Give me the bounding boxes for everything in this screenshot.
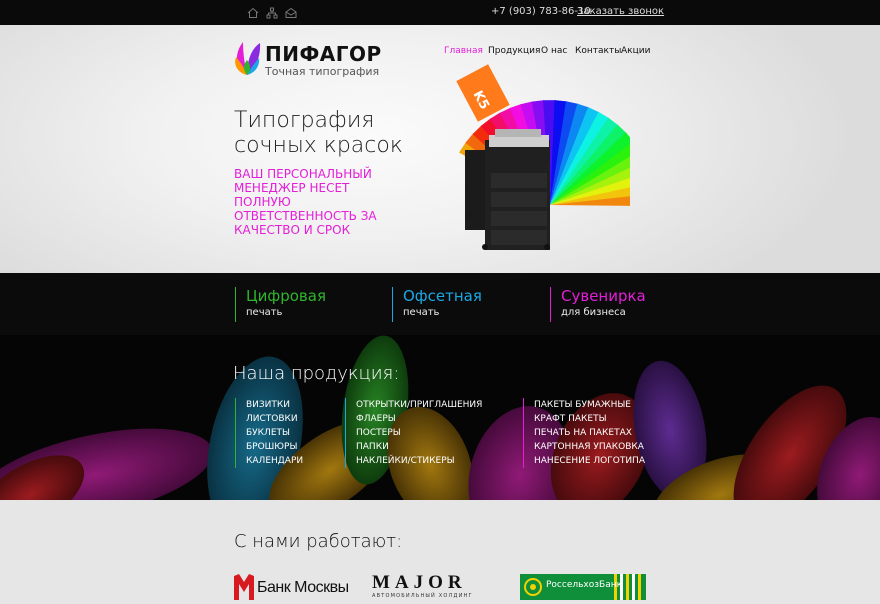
service-subtitle: печать: [246, 307, 283, 318]
hero-title: Типография сочных красок: [234, 108, 403, 158]
printer-color-fan-image: K5: [456, 64, 630, 250]
partner-name: Банк Москвы: [257, 579, 349, 596]
service-title: Цифровая: [246, 287, 326, 305]
partners-section: С нами работают: Банк Москвы MAJOR АВТОМ…: [0, 500, 880, 600]
product-column-1: Визитки Листовки Буклеты Брошюры Календа…: [235, 398, 303, 468]
product-link[interactable]: Наклейки/стикеры: [356, 454, 482, 468]
partner-rshb-logo[interactable]: РоссельхозБанк: [520, 574, 646, 600]
product-link[interactable]: Листовки: [246, 412, 303, 426]
product-link[interactable]: Буклеты: [246, 426, 303, 440]
top-bar: +7 (903) 783-86-10 Заказать звонок: [0, 0, 880, 25]
product-link[interactable]: Пакеты бумажные: [534, 398, 645, 412]
partner-name: MAJOR: [372, 572, 467, 593]
service-subtitle: для бизнеса: [561, 307, 626, 318]
product-link[interactable]: Папки: [356, 440, 482, 454]
home-icon[interactable]: [247, 7, 259, 19]
partner-major-logo[interactable]: MAJOR АВТОМОБИЛЬНЫЙ ХОЛДИНГ: [372, 572, 473, 599]
service-subtitle: печать: [403, 307, 440, 318]
products-section: Наша продукция: Визитки Листовки Буклеты…: [0, 335, 880, 500]
partner-name: РоссельхозБанк: [546, 580, 623, 590]
product-link[interactable]: Календари: [246, 454, 303, 468]
product-column-3: Пакеты бумажные Крафт пакеты Печать на п…: [523, 398, 645, 468]
service-souvenir[interactable]: Сувенирка для бизнеса: [550, 287, 646, 322]
service-digital[interactable]: Цифровая печать: [235, 287, 326, 322]
phone-number: +7 (903) 783-86-10: [491, 6, 591, 17]
product-link[interactable]: Печать на пакетах: [534, 426, 645, 440]
partner-bank-moscow-logo[interactable]: Банк Москвы: [234, 574, 349, 600]
sitemap-icon[interactable]: [266, 7, 278, 19]
hero-section: [0, 25, 880, 273]
product-link[interactable]: Брошюры: [246, 440, 303, 454]
service-title: Сувенирка: [561, 287, 646, 305]
product-link[interactable]: Открытки/приглашения: [356, 398, 482, 412]
products-title: Наша продукция:: [233, 363, 400, 384]
hero-slogan: ВАШ ПЕРСОНАЛЬНЫЙ МЕНЕДЖЕР НЕСЕТ ПОЛНУЮ О…: [234, 167, 377, 237]
product-link[interactable]: Крафт пакеты: [534, 412, 645, 426]
mail-icon[interactable]: [285, 7, 297, 19]
logo-subtitle: Точная типография: [265, 65, 380, 78]
service-offset[interactable]: Офсетная печать: [392, 287, 482, 322]
partners-title: С нами работают:: [234, 531, 403, 552]
product-column-2: Открытки/приглашения Флаеры Постеры Папк…: [345, 398, 482, 468]
bank-moscow-icon: [234, 574, 254, 600]
service-title: Офсетная: [403, 287, 482, 305]
partner-tagline: АВТОМОБИЛЬНЫЙ ХОЛДИНГ: [372, 593, 473, 599]
services-bar: Цифровая печать Офсетная печать Сувенирк…: [0, 273, 880, 335]
product-link[interactable]: Флаеры: [356, 412, 482, 426]
logo-title[interactable]: ПИФАГОР: [265, 42, 382, 66]
product-link[interactable]: Постеры: [356, 426, 482, 440]
product-link[interactable]: Нанесение логотипа: [534, 454, 645, 468]
callback-link[interactable]: Заказать звонок: [577, 6, 664, 17]
product-link[interactable]: Визитки: [246, 398, 303, 412]
logo-icon[interactable]: [233, 39, 261, 77]
product-link[interactable]: Картонная упаковка: [534, 440, 645, 454]
